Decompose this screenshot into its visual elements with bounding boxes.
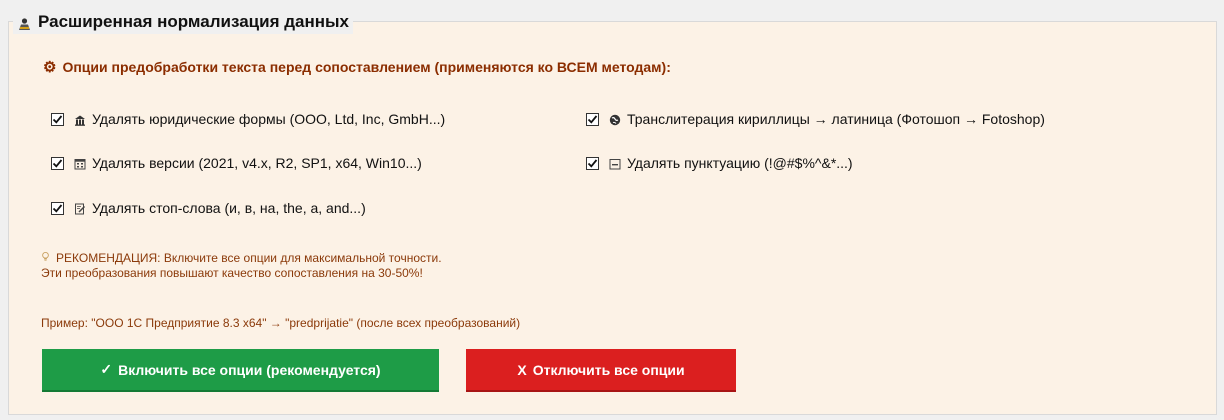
option-label: Удалять стоп-слова (и, в, на, the, a, an… xyxy=(92,200,366,216)
disable-all-button[interactable]: X Отключить все опции xyxy=(466,349,736,392)
checkbox-stopwords[interactable] xyxy=(51,201,64,215)
option-punctuation[interactable]: Удалять пунктуацию (!@#$%^&*...) xyxy=(586,153,853,173)
check-icon: ✓ xyxy=(100,361,113,377)
section-title-text: Опции предобработки текста перед сопоста… xyxy=(62,59,671,75)
enable-all-label: Включить все опции (рекомендуется) xyxy=(118,361,381,378)
section-title: ⚙ Опции предобработки текста перед сопос… xyxy=(43,59,671,75)
checkbox-punctuation[interactable] xyxy=(586,156,599,170)
gear-icon: ⚙ xyxy=(43,58,57,76)
cross-icon: X xyxy=(517,361,527,378)
recommendation-line1: РЕКОМЕНДАЦИЯ: Включите все опции для мак… xyxy=(56,251,442,265)
option-transliteration[interactable]: Транслитерация кириллицы → латиница (Фот… xyxy=(586,109,1045,129)
option-legal-forms[interactable]: Удалять юридические формы (ООО, Ltd, Inc… xyxy=(51,109,445,129)
enable-all-button[interactable]: ✓ Включить все опции (рекомендуется) xyxy=(42,349,439,392)
recommendation-note: РЕКОМЕНДАЦИЯ: Включите все опции для мак… xyxy=(41,251,442,281)
edit-note-icon xyxy=(74,202,86,215)
option-label: Удалять юридические формы (ООО, Ltd, Inc… xyxy=(92,111,446,127)
building-icon xyxy=(74,113,86,126)
option-stopwords[interactable]: Удалять стоп-слова (и, в, на, the, a, an… xyxy=(51,198,366,218)
groupbox-legend: Расширенная нормализация данных xyxy=(13,10,353,34)
option-label: Транслитерация кириллицы → латиница (Фот… xyxy=(627,111,1045,127)
checkbox-transliteration[interactable] xyxy=(586,112,599,126)
minus-box-icon xyxy=(609,157,621,170)
option-label: Удалять версии (2021, v4.x, R2, SP1, x64… xyxy=(92,155,422,171)
calendar-icon xyxy=(74,157,86,170)
example-text: Пример: "ООО 1С Предприятие 8.3 x64" → "… xyxy=(41,316,521,330)
disable-all-label: Отключить все опции xyxy=(532,361,685,378)
person-chart-icon xyxy=(17,15,32,30)
checkbox-versions[interactable] xyxy=(51,156,64,170)
groupbox-title: Расширенная нормализация данных xyxy=(38,12,349,31)
recommendation-line2: Эти преобразования повышают качество соп… xyxy=(41,266,423,280)
option-label: Удалять пунктуацию (!@#$%^&*...) xyxy=(627,155,853,171)
checkbox-legal-forms[interactable] xyxy=(51,112,64,126)
lightbulb-icon xyxy=(41,251,52,266)
normalization-groupbox: Расширенная нормализация данных ⚙ Опции … xyxy=(8,10,1217,415)
option-versions[interactable]: Удалять версии (2021, v4.x, R2, SP1, x64… xyxy=(51,153,422,173)
globe-icon xyxy=(609,113,621,126)
